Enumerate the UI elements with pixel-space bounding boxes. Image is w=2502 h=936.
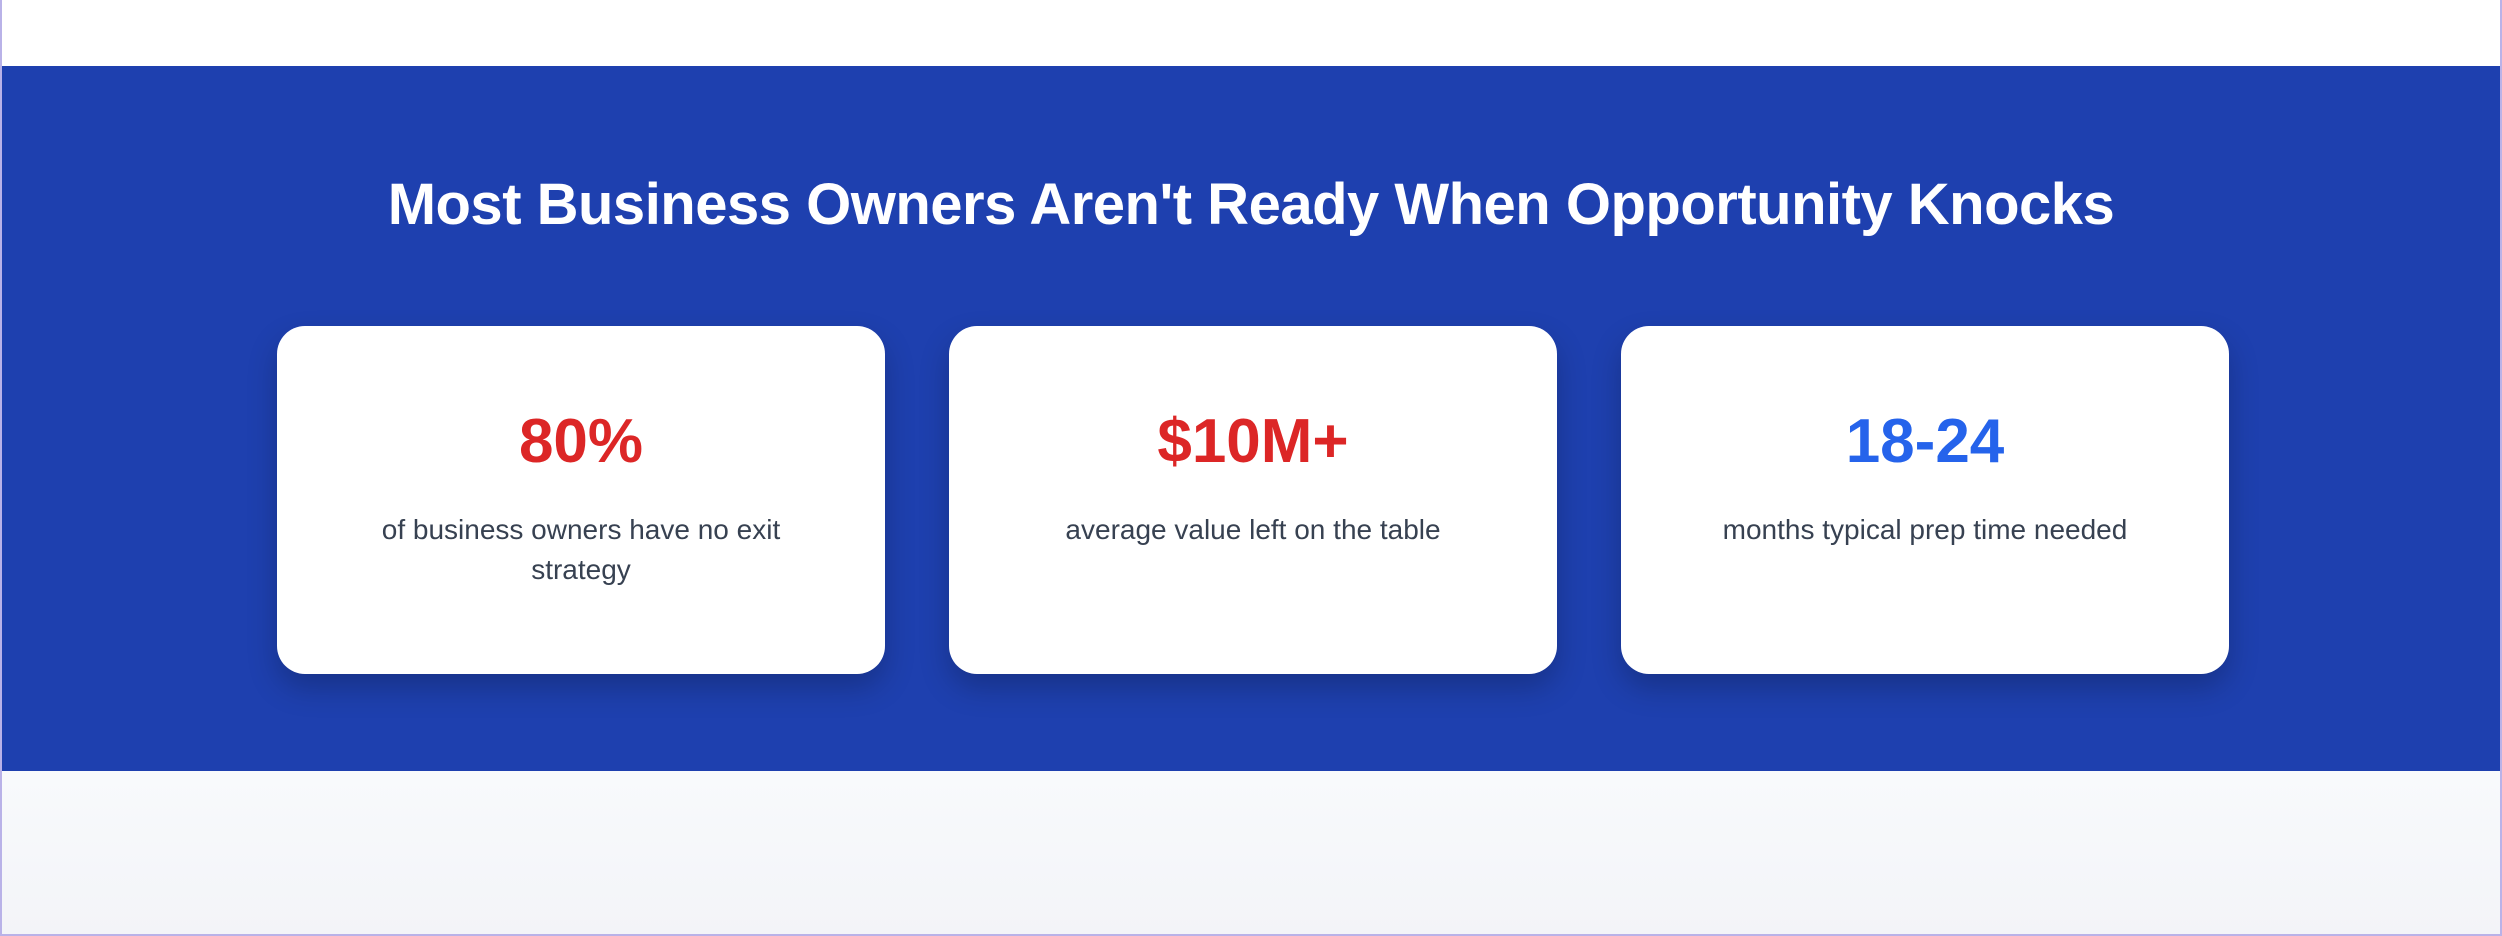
stat-value: 18-24 [1845,407,2005,476]
top-header-strip [2,0,2500,66]
section-title: Most Business Owners Aren't Ready When O… [387,172,2115,237]
stat-label: average value left on the table [1065,514,1441,545]
stat-label: of business owners have no exit strategy [381,514,781,585]
stat-card-prep-time: 18-24 months typical prep time needed [1621,326,2229,674]
page-frame: Most Business Owners Aren't Ready When O… [0,0,2502,936]
stat-card-value-left: $10M+ average value left on the table [949,326,1557,674]
stat-value: $10M+ [1157,407,1349,476]
next-section [2,771,2500,934]
stat-value: 80% [518,407,644,476]
stat-card-exit-strategy: 80% of business owners have no exit stra… [277,326,885,674]
stat-label: months typical prep time needed [1722,514,2128,545]
